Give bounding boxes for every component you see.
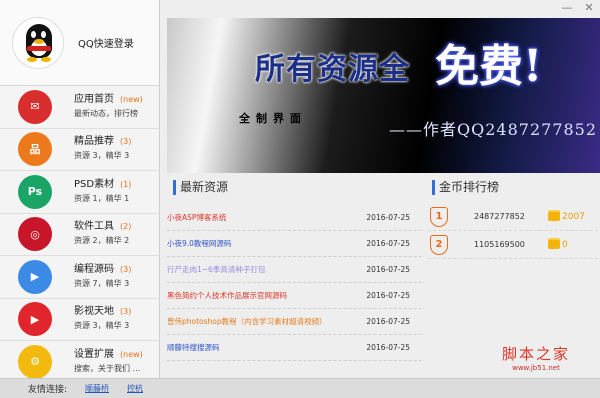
resource-row: 黑色简约个人技术作品展示官网源码 2016-07-25: [167, 283, 422, 309]
resource-date: 2016-07-25: [366, 239, 410, 248]
banner-left-text: 全制界面: [239, 112, 307, 125]
banner-headline: 所有资源全: [255, 52, 410, 87]
watermark-main: 脚本之家: [501, 345, 570, 363]
sidebar-item-badge: (2): [120, 222, 132, 232]
resource-row: 行尸走肉1~6季高清种子打包 2016-07-25: [167, 257, 422, 283]
sidebar-item-label: PSD素材: [74, 178, 115, 190]
coin-ranking-title: 金币排行榜: [432, 180, 499, 195]
creative-cloud-icon: ◎: [18, 217, 52, 252]
sidebar-item[interactable]: ✉ 应用首页 (new) 最新动态，排行榜: [0, 86, 159, 129]
watermark: 脚本之家 www.jb51.net: [502, 343, 570, 372]
photoshop-icon: Ps: [18, 174, 52, 209]
mail-icon: ✉: [18, 89, 52, 124]
sidebar: QQ快速登录 ✉ 应用首页 (new) 最新动态，排行榜 品 精品推荐 (3) 资源…: [0, 0, 160, 384]
resource-row: 曾伟photoshop教程（内含学习素材超清视频） 2016-07-25: [167, 309, 422, 335]
coin-stack-icon: [548, 212, 560, 221]
ranking-coins: 2007: [562, 211, 585, 222]
resource-link[interactable]: 顺藤特搜搜源码: [167, 342, 220, 353]
youtube-icon: ▶: [18, 302, 52, 337]
resource-link[interactable]: 小夜9.0教程网源码: [167, 238, 231, 249]
resource-count: 资源 7: [74, 278, 98, 288]
sidebar-item-sub: 资源 3，精华 3: [74, 321, 130, 331]
ranking-coins: 0: [562, 239, 568, 250]
ranking-row: 2 1105169500 0: [428, 231, 598, 259]
essence-count: 精华 3: [105, 151, 130, 161]
banner-free-text: 免费!: [435, 41, 543, 92]
ranking-qq: 1105169500: [474, 240, 525, 249]
resource-link[interactable]: 曾伟photoshop教程（内含学习素材超清视频）: [167, 316, 327, 327]
sidebar-item[interactable]: ▶ 影视天地 (3) 资源 3，精华 3: [0, 299, 159, 341]
resource-date: 2016-07-25: [366, 213, 410, 222]
resource-count: 资源 3: [74, 151, 98, 161]
friend-link[interactable]: 控杭: [127, 383, 143, 394]
sidebar-item-sub: 资源 2，精华 2: [74, 236, 130, 246]
sidebar-item[interactable]: ▶ 编程源码 (3) 资源 7，精华 3: [0, 256, 159, 299]
sidebar-item-sub: 最新动态，排行榜: [74, 108, 138, 118]
resource-row: 小夜9.0教程网源码 2016-07-25: [167, 231, 422, 257]
sidebar-item[interactable]: Ps PSD素材 (1) 资源 1，精华 1: [0, 171, 159, 214]
essence-count: 精华 2: [105, 236, 130, 246]
sidebar-item-label: 精品推荐: [74, 136, 114, 148]
ranking-qq: 2487277852: [474, 212, 525, 221]
resource-link[interactable]: 黑色简约个人技术作品展示官网源码: [167, 290, 287, 301]
window-controls: — ✕: [556, 0, 600, 20]
qq-login-panel[interactable]: QQ快速登录: [0, 0, 159, 86]
latest-resources-list: 小夜ASP博客系统 2016-07-25 小夜9.0教程网源码 2016-07-…: [167, 205, 422, 361]
settings-gear-icon: ⚙: [18, 344, 52, 379]
rank-medal-icon: 1: [430, 206, 448, 227]
resource-row: 小夜ASP博客系统 2016-07-25: [167, 205, 422, 231]
coin-stack-icon: [548, 240, 560, 249]
latest-resources-title: 最新资源: [173, 180, 228, 195]
friend-links-label: 友情连接:: [28, 385, 68, 395]
resource-link[interactable]: 行尸走肉1~6季高清种子打包: [167, 264, 265, 275]
sidebar-item[interactable]: 品 精品推荐 (3) 资源 3，精华 3: [0, 129, 159, 171]
ranking-row: 1 2487277852 2007: [428, 203, 598, 231]
sidebar-item-badge: (new): [120, 94, 143, 104]
sidebar-item-sub: 资源 3，精华 3: [74, 151, 130, 161]
promo-banner: 所有资源全 免费! 全制界面 ——作者QQ2487277852: [167, 18, 600, 173]
resource-date: 2016-07-25: [366, 317, 410, 326]
minimize-button[interactable]: —: [556, 0, 578, 16]
resource-link[interactable]: 小夜ASP博客系统: [167, 212, 226, 223]
coin-ranking-list: 1 2487277852 2007 2 1105169500 0: [428, 203, 598, 259]
qq-login-label[interactable]: QQ快速登录: [78, 35, 134, 50]
resource-date: 2016-07-25: [366, 291, 410, 300]
resource-count: 资源 3: [74, 321, 98, 331]
resource-count: 资源 2: [74, 236, 98, 246]
close-button[interactable]: ✕: [578, 0, 600, 16]
sidebar-item-badge: (new): [120, 349, 143, 359]
sidebar-nav: ✉ 应用首页 (new) 最新动态，排行榜 品 精品推荐 (3) 资源 3，精华 3…: [0, 86, 159, 384]
rank-medal-icon: 2: [430, 234, 448, 255]
resource-date: 2016-07-25: [366, 343, 410, 352]
sidebar-item-badge: (3): [120, 264, 132, 274]
sidebar-item-label: 编程源码: [74, 263, 114, 275]
sidebar-item-sub: 搜索，关于我们 ...: [74, 363, 141, 373]
sidebar-item[interactable]: ◎ 软件工具 (2) 资源 2，精华 2: [0, 214, 159, 256]
video-chat-icon: ▶: [18, 259, 52, 294]
network-icon: 品: [18, 132, 52, 167]
sidebar-item-sub: 资源 7，精华 3: [74, 278, 130, 288]
banner-author: ——作者QQ2487277852: [389, 120, 598, 139]
sidebar-item-sub: 资源 1，精华 1: [74, 193, 130, 203]
watermark-url: www.jb51.net: [512, 364, 560, 372]
sidebar-item-label: 软件工具: [74, 221, 114, 233]
resource-row: 顺藤特搜搜源码 2016-07-25: [167, 335, 422, 361]
sidebar-item-label: 设置扩展: [74, 348, 114, 360]
qq-penguin-avatar-icon[interactable]: [12, 16, 64, 69]
essence-count: 精华 1: [105, 193, 130, 203]
essence-count: 精华 3: [105, 321, 130, 331]
sidebar-item-badge: (3): [120, 307, 132, 317]
resource-count: 资源 1: [74, 193, 98, 203]
resource-date: 2016-07-25: [366, 265, 410, 274]
sidebar-item-badge: (3): [120, 137, 132, 147]
footer: 友情连接: 顺藤桥 控杭: [0, 378, 600, 398]
essence-count: 精华 3: [105, 278, 130, 288]
sidebar-item-badge: (1): [120, 179, 132, 189]
sidebar-item-label: 影视天地: [74, 306, 114, 318]
friend-link[interactable]: 顺藤桥: [85, 383, 109, 394]
sidebar-item-label: 应用首页: [74, 93, 114, 105]
